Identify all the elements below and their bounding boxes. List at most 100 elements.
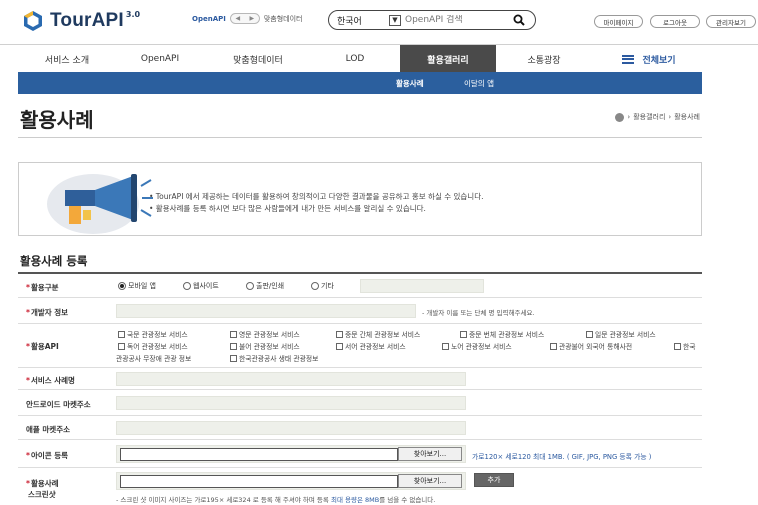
search-icon[interactable] bbox=[513, 14, 525, 26]
android-url-input[interactable] bbox=[116, 396, 466, 410]
checkbox-api-german[interactable]: 독어 관광정보 서비스 bbox=[118, 341, 188, 351]
nav-lod[interactable]: LOD bbox=[310, 45, 400, 73]
checkbox[interactable] bbox=[230, 330, 237, 338]
android-label: 안드로이드 마켓주소 bbox=[26, 400, 91, 409]
service-name-label: 서비스 사례명 bbox=[26, 375, 75, 386]
checkbox[interactable] bbox=[336, 342, 343, 350]
checkbox-api-eco[interactable]: 한국관광공사 생태 관광정보 bbox=[230, 353, 318, 363]
checkbox[interactable] bbox=[442, 342, 449, 350]
switcher-label: OpenAPI bbox=[192, 14, 226, 23]
search-bar: 한국어 ▼ bbox=[328, 10, 536, 30]
menu-icon bbox=[622, 54, 635, 64]
icon-file-input[interactable] bbox=[120, 448, 398, 461]
switcher-label-alt: 맞춤형데이터 bbox=[263, 14, 303, 23]
checkbox-api-dictionary[interactable]: 관광불어 외국어 통해사전 bbox=[550, 341, 632, 351]
radio-dot[interactable] bbox=[311, 282, 319, 290]
radio-print[interactable]: 출판/인쇄 bbox=[246, 281, 284, 291]
arrow-left-icon[interactable]: ◀ bbox=[236, 15, 241, 22]
checkbox-api-french[interactable]: 불어 관광정보 서비스 bbox=[230, 341, 300, 351]
screenshot-browse-button[interactable]: 찾아보기... bbox=[398, 474, 462, 488]
checkbox-label: 관광불어 외국어 통해사전 bbox=[559, 343, 633, 351]
checkbox-api-chinese-t[interactable]: 중문 번체 관광정보 서비스 bbox=[460, 329, 544, 339]
nav-openapi[interactable]: OpenAPI bbox=[114, 45, 206, 73]
checkbox[interactable] bbox=[674, 342, 681, 350]
screenshot-hint-text: - 스크린 샷 이미지 사이즈는 가로195× 세로324 로 등록 해 주셔야… bbox=[116, 496, 329, 504]
breadcrumb: › 활용갤러리 › 활용사례 bbox=[615, 112, 700, 122]
top-bar: TourAPI 3.0 OpenAPI ◀ ▶ 맞춤형데이터 한국어 ▼ 마이페… bbox=[0, 0, 758, 44]
checkbox-label: 중문 간체 관광정보 서비스 bbox=[345, 331, 421, 339]
radio-website[interactable]: 웹사이트 bbox=[183, 281, 219, 291]
add-screenshot-button[interactable]: 추가 bbox=[474, 473, 514, 487]
checkbox-label: 영문 관광정보 서비스 bbox=[239, 331, 300, 339]
checkbox[interactable] bbox=[118, 342, 125, 350]
checkbox-api-japanese[interactable]: 일문 관광정보 서비스 bbox=[586, 329, 656, 339]
breadcrumb-current: 활용사례 bbox=[674, 113, 700, 121]
developer-row: 개발자 정보 - 개발자 이름 또는 단체 명 입력해주세요. bbox=[18, 298, 702, 324]
checkbox[interactable] bbox=[230, 342, 237, 350]
breadcrumb-gallery[interactable]: 활용갤러리 bbox=[633, 112, 665, 122]
developer-input[interactable] bbox=[116, 304, 416, 318]
logo-text: TourAPI bbox=[50, 10, 124, 31]
hexagon-logo-icon bbox=[24, 11, 42, 31]
checkbox-label: 서어 관광정보 서비스 bbox=[345, 343, 406, 351]
checkbox-label: 노어 관광정보 서비스 bbox=[451, 343, 512, 351]
checkbox[interactable] bbox=[586, 330, 593, 338]
screenshot-hint: - 스크린 샷 이미지 사이즈는 가로195× 세로324 로 등록 해 주셔야… bbox=[116, 494, 435, 504]
nav-view-all[interactable]: 전체보기 bbox=[596, 45, 702, 73]
radio-dot[interactable] bbox=[118, 282, 126, 290]
service-name-input[interactable] bbox=[116, 372, 466, 386]
language-select[interactable]: 한국어 bbox=[337, 14, 385, 27]
api-row: 활용API 국문 관광정보 서비스 영문 관광정보 서비스 중문 간체 관광정보… bbox=[18, 324, 702, 368]
screenshot-hint-tail: 를 넘을 수 없습니다. bbox=[379, 496, 436, 504]
logo[interactable]: TourAPI 3.0 bbox=[22, 8, 140, 34]
main-nav: 서비스 소개 OpenAPI 맞춤형데이터 LOD 활용갤러리 소통광장 전체보… bbox=[0, 44, 758, 73]
checkbox-api-korean[interactable]: 국문 관광정보 서비스 bbox=[118, 329, 188, 339]
subnav-usecases[interactable]: 활용사례 bbox=[396, 72, 424, 94]
checkbox-api-korea[interactable]: 한국 bbox=[674, 341, 696, 351]
subnav-app-of-month[interactable]: 이달의 앱 bbox=[464, 72, 494, 94]
mypage-link[interactable]: 마이페이지 bbox=[594, 15, 643, 28]
switcher-arrows[interactable]: ◀ ▶ bbox=[229, 13, 260, 24]
page-title: 활용사례 bbox=[20, 108, 94, 132]
checkbox-label: 한국관광공사 생태 관광정보 bbox=[239, 355, 319, 363]
radio-label: 기타 bbox=[321, 282, 334, 290]
logout-link[interactable]: 로그아웃 bbox=[650, 15, 700, 28]
radio-mobile-app[interactable]: 모바일 앱 bbox=[118, 281, 156, 291]
other-type-input[interactable] bbox=[360, 279, 484, 293]
nav-custom-data[interactable]: 맞춤형데이터 bbox=[206, 45, 310, 73]
search-input[interactable] bbox=[405, 15, 505, 25]
screenshot-file-input[interactable] bbox=[120, 475, 398, 488]
icon-browse-button[interactable]: 찾아보기... bbox=[398, 447, 462, 461]
checkbox-api-spanish[interactable]: 서어 관광정보 서비스 bbox=[336, 341, 406, 351]
apple-url-input[interactable] bbox=[116, 421, 466, 435]
checkbox[interactable] bbox=[118, 330, 125, 338]
api-label: 활용API bbox=[26, 341, 59, 352]
admin-view-link[interactable]: 관리자보기 bbox=[706, 15, 756, 28]
nav-service-intro[interactable]: 서비스 소개 bbox=[20, 45, 114, 73]
radio-label: 출판/인쇄 bbox=[256, 282, 285, 290]
chevron-down-icon[interactable]: ▼ bbox=[389, 14, 401, 26]
arrow-right-icon[interactable]: ▶ bbox=[250, 15, 255, 22]
radio-dot[interactable] bbox=[246, 282, 254, 290]
icon-label: 아이콘 등록 bbox=[26, 450, 68, 461]
checkbox[interactable] bbox=[336, 330, 343, 338]
registration-form: 활용구분 모바일 앱 웹사이트 출판/인쇄 기타 개발자 정보 - 개발자 이름… bbox=[18, 272, 702, 504]
checkbox-label: 국문 관광정보 서비스 bbox=[127, 331, 188, 339]
checkbox-label: 불어 관광정보 서비스 bbox=[239, 343, 300, 351]
nav-community[interactable]: 소통광장 bbox=[496, 45, 592, 73]
checkbox-api-chinese-s[interactable]: 중문 간체 관광정보 서비스 bbox=[336, 329, 420, 339]
checkbox[interactable] bbox=[550, 342, 557, 350]
nav-gallery[interactable]: 활용갤러리 bbox=[400, 45, 496, 73]
radio-dot[interactable] bbox=[183, 282, 191, 290]
intro-box: • TourAPI 에서 제공하는 데이터를 활용하여 창의적이고 다양한 결과… bbox=[18, 162, 702, 236]
service-name-row: 서비스 사례명 bbox=[18, 368, 702, 390]
checkbox[interactable] bbox=[230, 354, 237, 362]
checkbox-api-russian[interactable]: 노어 관광정보 서비스 bbox=[442, 341, 512, 351]
radio-other[interactable]: 기타 bbox=[311, 281, 334, 291]
checkbox[interactable] bbox=[460, 330, 467, 338]
home-icon[interactable] bbox=[615, 112, 625, 122]
checkbox-api-english[interactable]: 영문 관광정보 서비스 bbox=[230, 329, 300, 339]
sub-nav: 활용사례 이달의 앱 bbox=[18, 72, 702, 94]
service-switcher: OpenAPI ◀ ▶ 맞춤형데이터 bbox=[192, 13, 303, 24]
megaphone-illustration-icon bbox=[47, 174, 153, 234]
